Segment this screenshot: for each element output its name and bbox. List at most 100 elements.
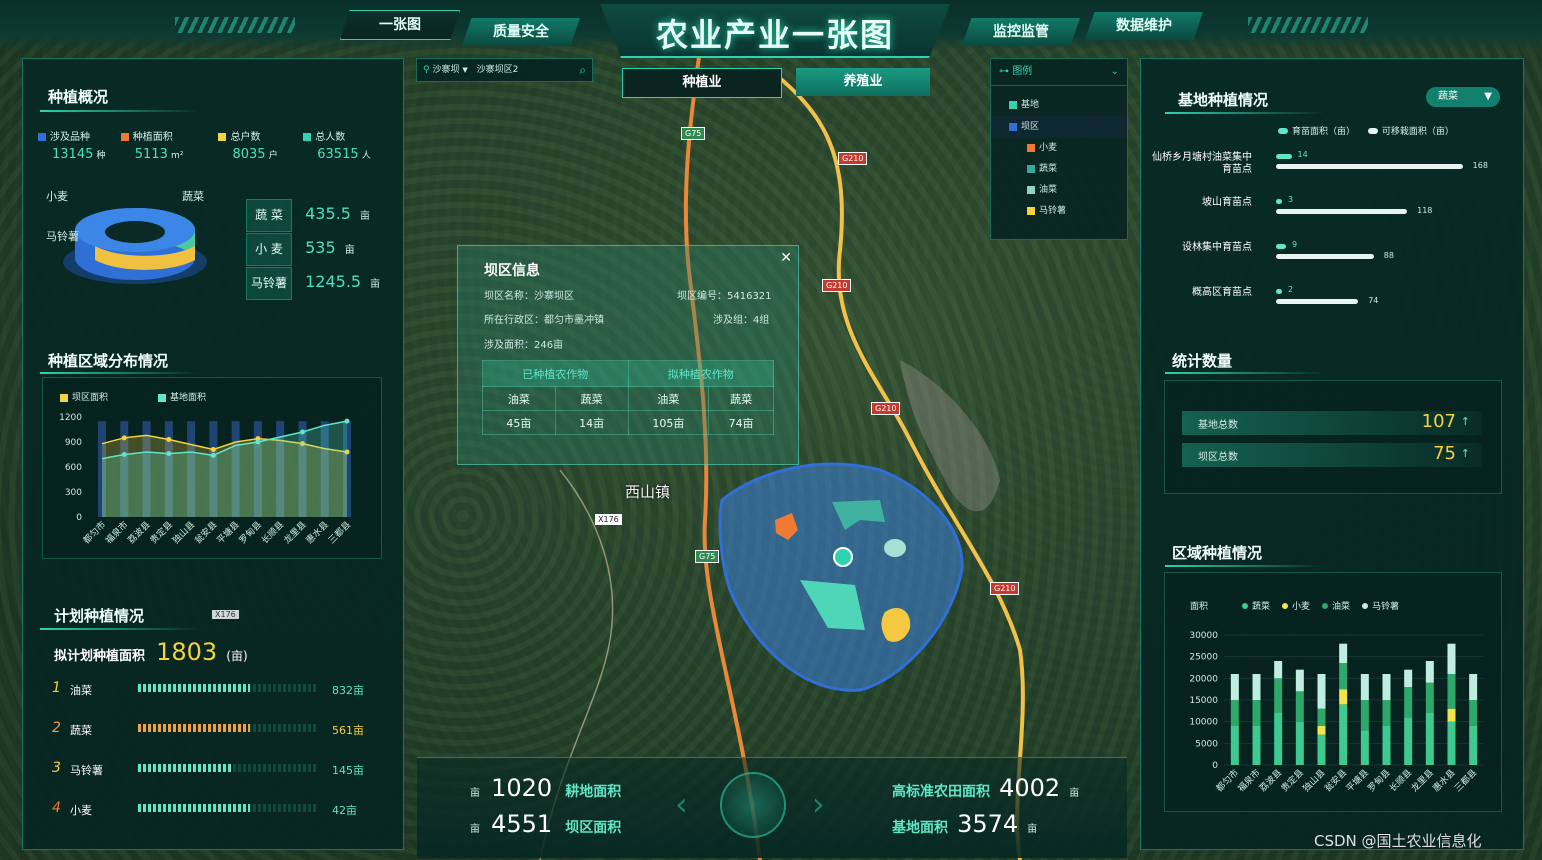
tab-planting[interactable]: 种植业	[622, 68, 782, 98]
region-title: 区域种植情况	[1172, 544, 1263, 562]
region-ylabel: 面积	[1190, 602, 1209, 612]
road-sign-g210: G210	[990, 582, 1020, 595]
table-cell: 油菜	[627, 386, 710, 411]
bar-segment	[1274, 661, 1283, 679]
stat-varieties: 涉及品种 13145 种	[38, 128, 121, 162]
bar-segment	[1274, 713, 1283, 765]
bar-segment	[1447, 674, 1456, 709]
next-arrow-icon[interactable]: ›	[812, 785, 825, 823]
tab-data-maintenance[interactable]: 数据维护	[1085, 12, 1203, 40]
close-icon[interactable]: ✕	[780, 250, 792, 266]
legend-item-wheat[interactable]: 小麦	[1027, 138, 1127, 159]
x-tick-label: 龙里县	[281, 519, 309, 547]
section-underline	[40, 110, 200, 112]
legend-item: 蔬菜	[1242, 602, 1270, 612]
y-tick-label: 600	[65, 463, 82, 473]
area-select[interactable]: 沙寨坝区2	[477, 65, 519, 75]
legend-item-vegetable[interactable]: 蔬菜	[1027, 159, 1127, 180]
plan-row: 3 马铃薯 145亩	[50, 758, 380, 798]
y-tick-label: 0	[76, 513, 82, 523]
tab-one-map[interactable]: 一张图	[340, 10, 460, 40]
summary-dam-area: 亩 4551 坝区面积	[470, 810, 622, 838]
data-point	[255, 439, 261, 445]
overview-title: 种植概况	[48, 88, 109, 106]
legend-item: 油菜	[1322, 602, 1350, 612]
x-tick-label: 瓮安县	[192, 519, 220, 547]
location-search[interactable]: ⚲ 沙寨坝 ▼ 沙寨坝区2 ⌕	[416, 58, 593, 82]
x-tick-label: 独山县	[1300, 767, 1328, 795]
collapse-icon[interactable]: ⌄	[1111, 59, 1119, 85]
tab-quality-safety[interactable]: 质量安全	[462, 18, 580, 46]
tab-monitoring[interactable]: 监控监管	[962, 18, 1080, 46]
crop-select[interactable]: 蔬菜 ▼	[1426, 87, 1500, 107]
y-tick-label: 0	[1212, 761, 1218, 771]
bar-segment	[1404, 717, 1413, 765]
search-icon[interactable]: ⌕	[579, 59, 586, 81]
summary-standard-farmland: 高标准农田面积 4002 亩	[892, 774, 1080, 802]
popup-dam-name: 坝区名称：沙寨坝区	[484, 291, 574, 302]
decor-stripes-left	[175, 17, 295, 33]
legend-item-potato[interactable]: 马铃薯	[1027, 201, 1127, 222]
region-chart: 050001000015000200002500030000都匀市福泉市荔波县贵…	[1189, 631, 1484, 795]
bar-segment	[1469, 726, 1478, 765]
plan-value: 561亩	[332, 724, 364, 737]
popup-group: 涉及组：4组	[713, 315, 770, 326]
y-tick-label: 15000	[1189, 696, 1218, 706]
road-sign-g75: G75	[681, 127, 706, 140]
table-cell: 105亩	[627, 410, 710, 435]
table-cell: 74亩	[708, 410, 774, 435]
tab-breeding[interactable]: 养殖业	[796, 68, 930, 96]
base-row: 概高区育苗点 2 74	[1150, 283, 1510, 328]
bar-segment	[1382, 700, 1391, 726]
plan-rank: 2	[52, 720, 61, 736]
table-cell: 45亩	[482, 410, 556, 435]
legend-item-rapeseed[interactable]: 油菜	[1027, 180, 1127, 201]
plan-name: 油菜	[70, 684, 92, 697]
section-underline	[1165, 372, 1325, 374]
base-row: 仙桥乡月塘村油菜集中育苗点 14 168	[1150, 148, 1510, 193]
x-tick-label: 惠水县	[1430, 767, 1458, 795]
bar-segment	[1252, 726, 1261, 765]
dist-legend-dam: 坝区面积	[60, 390, 108, 403]
overview-stats: 涉及品种 13145 种 种植面积 5113 m² 总户数 8035 户 总人数 635…	[38, 128, 388, 162]
plan-row: 2 蔬菜 561亩	[50, 718, 380, 758]
plan-total: 拟计划种植面积 1803 (亩)	[54, 638, 248, 666]
bar-segment	[1295, 691, 1304, 722]
stat-population: 总人数 63515 人	[303, 128, 388, 162]
popup-title: 坝区信息	[484, 263, 540, 279]
page-title: 农业产业一张图	[655, 16, 894, 54]
legend-item-base[interactable]: 基地	[1009, 94, 1127, 116]
y-tick-label: 300	[65, 488, 82, 498]
bar-segment	[1295, 721, 1304, 765]
x-tick-label: 瓮安县	[1322, 767, 1350, 795]
x-tick-label: 贵定县	[147, 519, 175, 547]
stats-title: 统计数量	[1172, 352, 1233, 370]
crop-table: 已种植农作物 拟种植农作物 油菜 蔬菜 油菜 蔬菜 45亩 14亩 105亩 7…	[482, 360, 774, 435]
x-tick-label: 罗甸县	[1365, 767, 1393, 795]
bar-segment	[1447, 643, 1456, 674]
stat-planting-area: 种植面积 5113 m²	[120, 128, 219, 162]
location-select[interactable]: 沙寨坝	[432, 65, 459, 75]
legend-item-dam[interactable]: 坝区	[991, 116, 1127, 138]
plan-fill	[138, 804, 250, 812]
region-legend: 蔬菜 小麦 油菜 马铃薯	[1242, 599, 1411, 612]
plan-header: 拟种植农作物	[627, 360, 774, 387]
bar-segment	[1360, 700, 1369, 731]
legend-header[interactable]: ⊶ 图例 ⌄	[991, 59, 1127, 86]
prev-arrow-icon[interactable]: ‹	[675, 785, 688, 823]
bar-segment	[1317, 734, 1326, 765]
road-sign-g75: G75	[695, 550, 720, 563]
bar-segment	[1425, 713, 1434, 765]
y-tick-label: 25000	[1189, 653, 1218, 663]
bar-segment	[1447, 708, 1456, 722]
crop-row-vegetable: 蔬 菜 435.5 亩	[246, 198, 380, 232]
legend-icon: ⊶	[999, 66, 1009, 77]
plan-name: 小麦	[70, 804, 92, 817]
data-point	[210, 447, 216, 452]
data-point	[121, 452, 127, 457]
base-rows: 仙桥乡月塘村油菜集中育苗点 14 168 坡山育苗点 3 118 设林集中育苗点 9…	[1150, 148, 1510, 328]
bar-segment	[1425, 661, 1434, 683]
plot-rapeseed	[884, 539, 906, 557]
data-point	[166, 451, 172, 457]
table-cell: 14亩	[554, 410, 629, 435]
